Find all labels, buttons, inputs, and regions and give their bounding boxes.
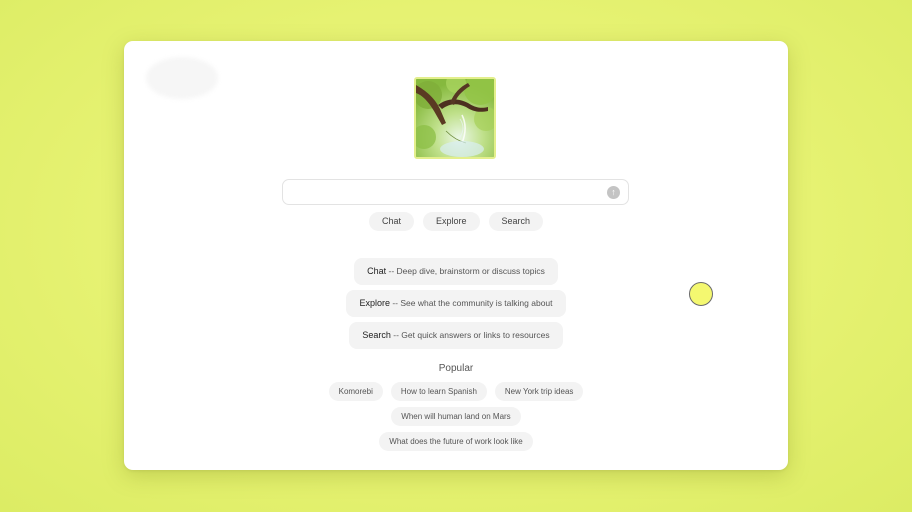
search-mode-button[interactable]: Search xyxy=(488,212,544,231)
explore-mode-button[interactable]: Explore xyxy=(422,212,480,231)
popular-chip[interactable]: What does the future of work look like xyxy=(379,432,533,451)
description-name: Explore xyxy=(359,298,390,308)
popular-topics: Komorebi How to learn Spanish New York t… xyxy=(124,382,788,451)
popular-row: When will human land on Mars xyxy=(391,407,521,426)
description-text: -- Get quick answers or links to resourc… xyxy=(390,330,550,340)
popular-row: What does the future of work look like xyxy=(379,432,533,451)
description-text: -- See what the community is talking abo… xyxy=(389,298,553,308)
mode-descriptions: Chat -- Deep dive, brainstorm or discuss… xyxy=(124,258,788,349)
popular-chip[interactable]: New York trip ideas xyxy=(494,382,584,401)
hero-image xyxy=(414,77,496,159)
description-name: Search xyxy=(362,330,391,340)
chat-mode-button[interactable]: Chat xyxy=(368,212,414,231)
description-text: -- Deep dive, brainstorm or discuss topi… xyxy=(386,266,545,276)
search-input[interactable] xyxy=(293,183,597,203)
search-description-card[interactable]: Search -- Get quick answers or links to … xyxy=(349,322,563,349)
chat-description-card[interactable]: Chat -- Deep dive, brainstorm or discuss… xyxy=(354,258,558,285)
popular-chip[interactable]: How to learn Spanish xyxy=(390,382,487,401)
popular-row: Komorebi How to learn Spanish New York t… xyxy=(328,382,584,401)
app-window: ↑ Chat Explore Search Chat -- Deep dive,… xyxy=(124,41,788,470)
explore-description-card[interactable]: Explore -- See what the community is tal… xyxy=(346,290,566,317)
popular-chip[interactable]: Komorebi xyxy=(328,382,383,401)
arrow-up-icon[interactable]: ↑ xyxy=(607,186,620,199)
search-bar[interactable]: ↑ xyxy=(282,179,629,205)
mode-selector: Chat Explore Search xyxy=(124,212,788,231)
popular-chip[interactable]: When will human land on Mars xyxy=(391,407,521,426)
logo-placeholder xyxy=(146,57,218,99)
description-name: Chat xyxy=(367,266,387,276)
mouse-cursor xyxy=(689,282,713,306)
popular-heading: Popular xyxy=(438,363,474,374)
